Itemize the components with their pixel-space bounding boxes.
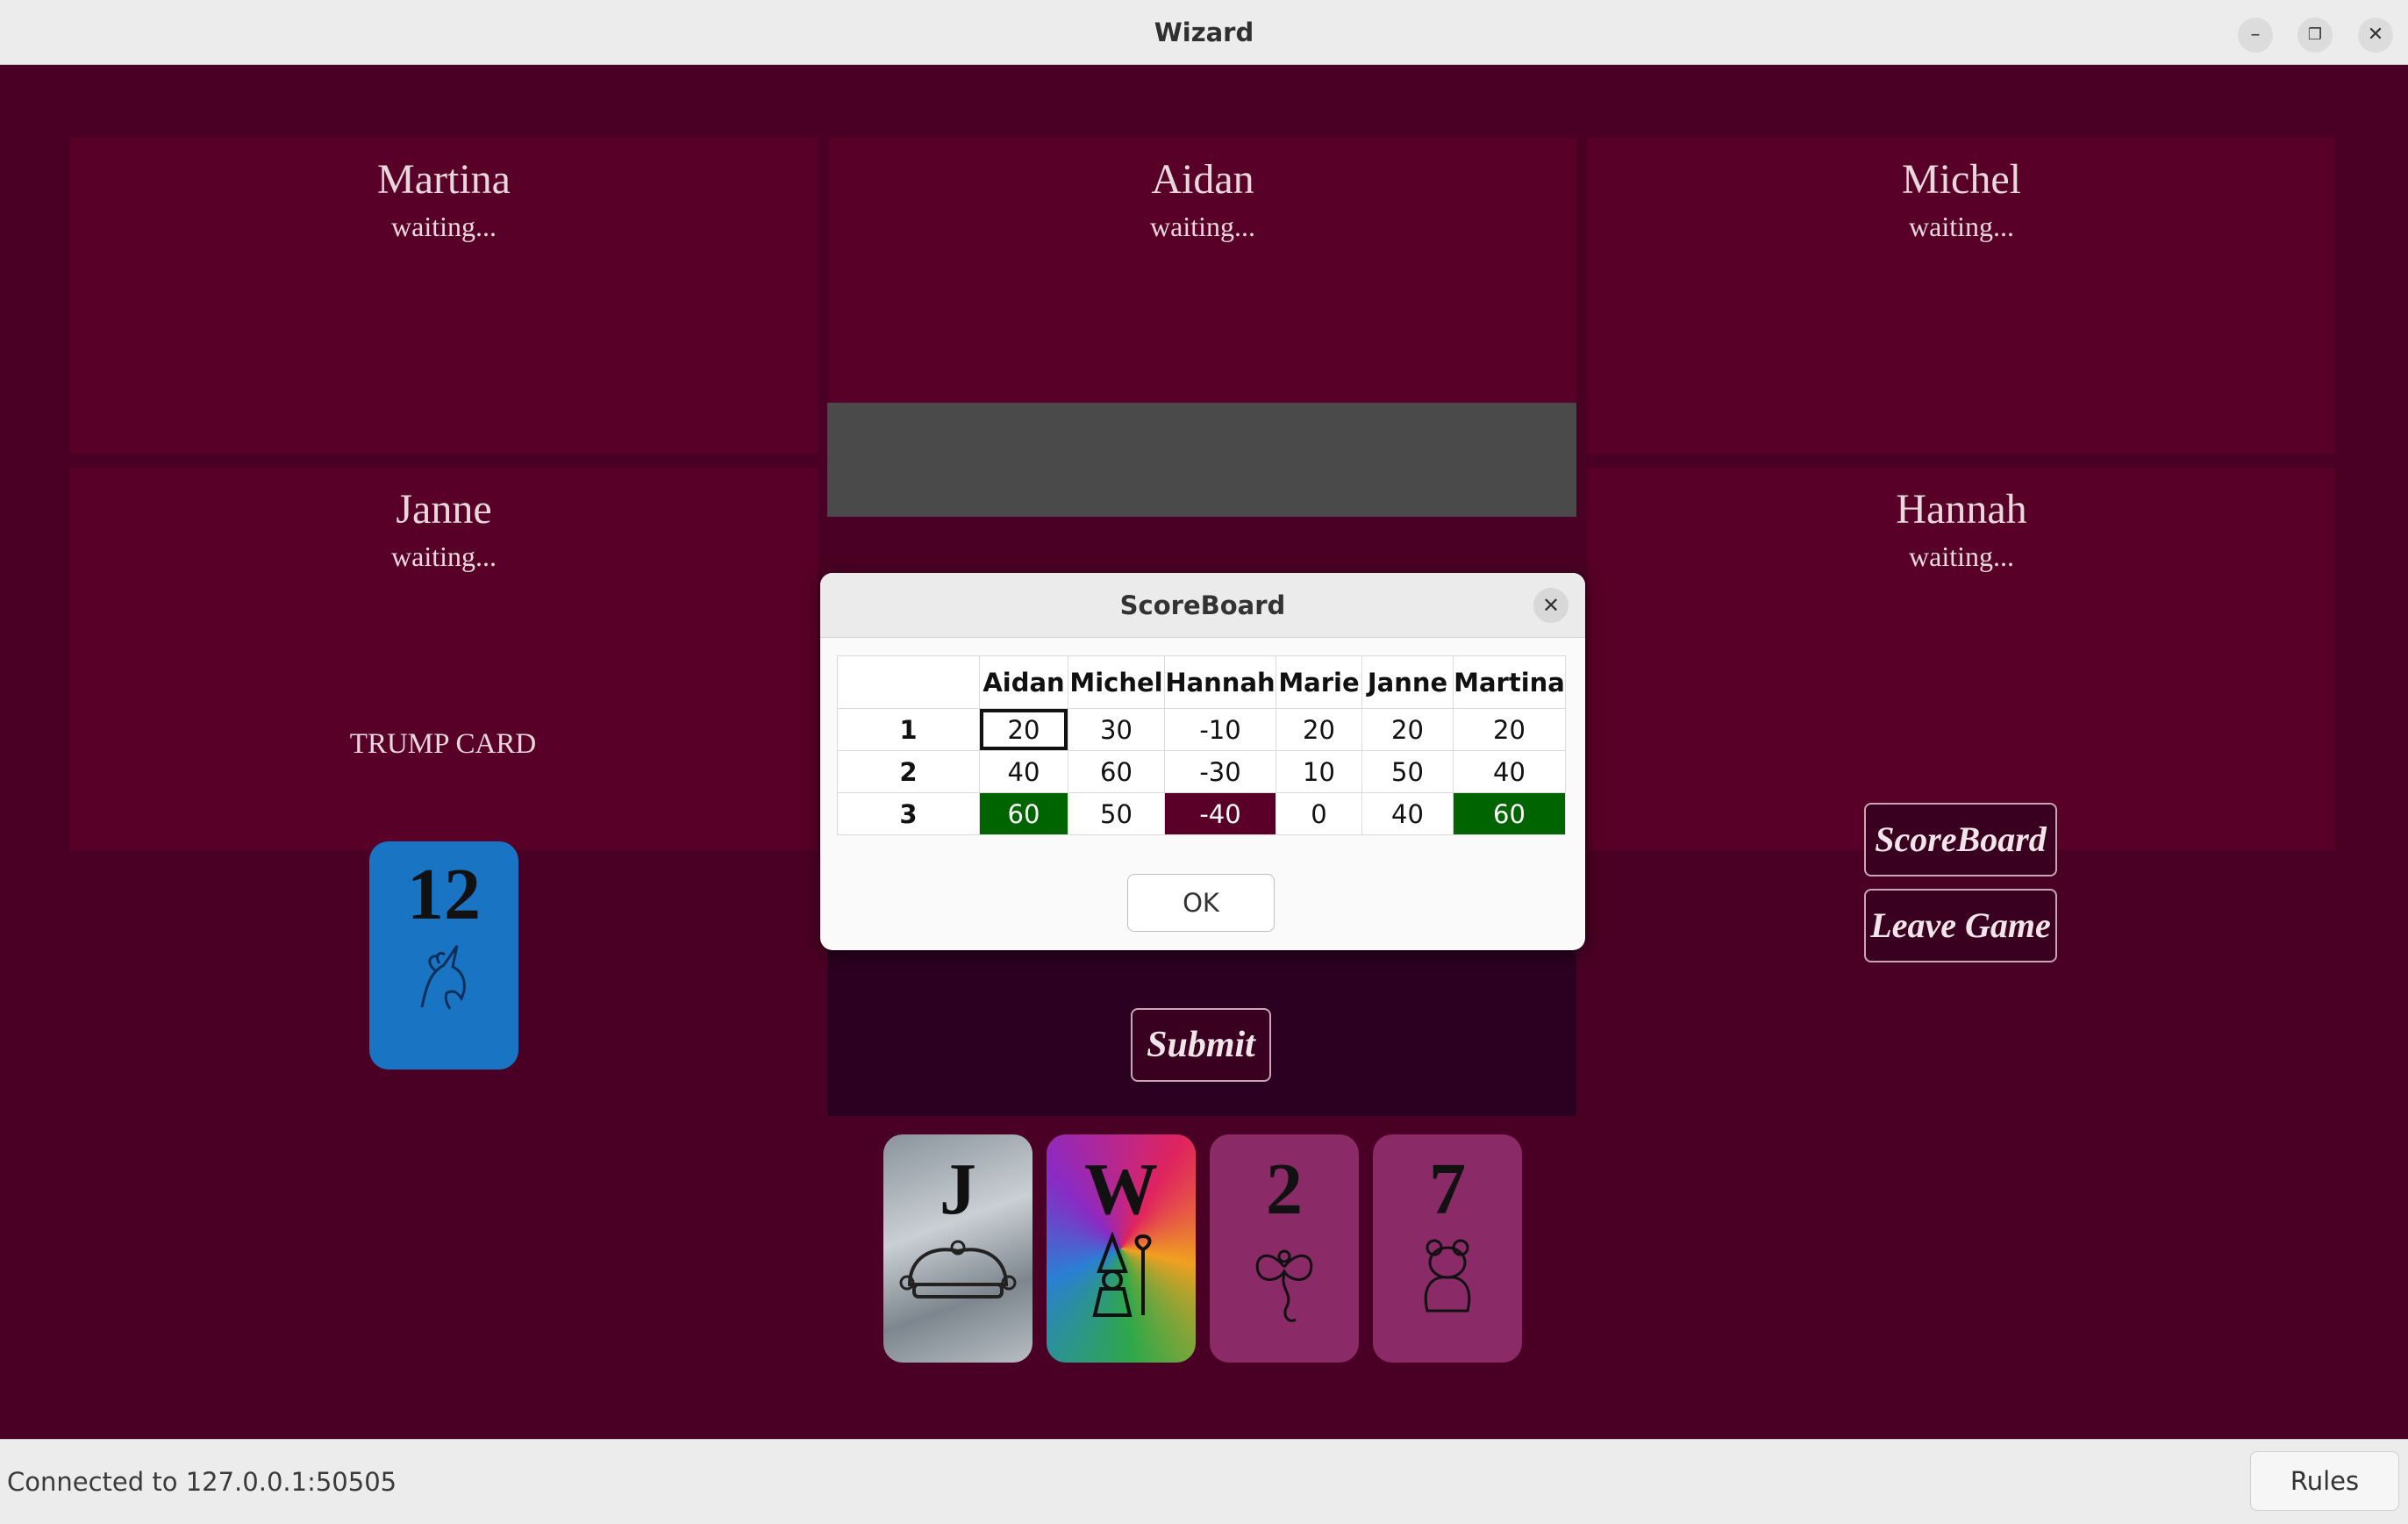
close-icon[interactable]: ✕ [1533,588,1568,623]
player-panel-martina: Martina waiting... [70,138,818,454]
card-value: W [1084,1148,1158,1230]
player-name: Martina [377,156,511,203]
window-title: Wizard [1154,18,1254,47]
close-window-button[interactable]: ✕ [2358,18,2393,53]
bid-panel [827,403,1576,517]
score-cell[interactable]: -30 [1164,750,1276,793]
player-name: Aidan [1151,156,1254,203]
card-value: J [940,1148,976,1230]
score-cell[interactable]: 40 [979,750,1068,793]
player-panel-hannah: Hannah waiting... [1588,468,2335,850]
table-row: 3 60 50 -40 0 40 60 [837,792,1566,835]
column-header: Hannah [1164,655,1276,709]
score-cell[interactable]: 20 [1275,708,1362,751]
card-value: 7 [1429,1148,1466,1230]
scoreboard-dialog: ScoreBoard ✕ Aidan Michel Hannah Marie J… [820,573,1585,950]
table-header-row: Aidan Michel Hannah Marie Janne Martina [837,655,1566,709]
submit-button[interactable]: Submit [1131,1008,1271,1082]
corner-cell [837,655,980,709]
score-cell-leader[interactable]: 60 [1453,792,1566,835]
minimize-button[interactable]: – [2238,18,2273,53]
maximize-button[interactable]: ❐ [2297,18,2333,53]
card-value: 12 [407,854,481,935]
row-header: 1 [837,708,980,751]
column-header: Janne [1361,655,1454,709]
score-cell[interactable]: 20 [979,708,1068,751]
dialog-header: ScoreBoard ✕ [820,573,1585,638]
unicorn-icon [420,945,466,1010]
status-bar: Connected to 127.0.0.1:50505 Rules [0,1439,2408,1524]
bear-icon [1424,1239,1471,1313]
column-header: Aidan [979,655,1068,709]
score-cell[interactable]: 50 [1068,792,1165,835]
scoreboard-button[interactable]: ScoreBoard [1864,803,2057,876]
row-header: 3 [837,792,980,835]
hand-card-wizard[interactable]: W [1047,1134,1196,1363]
player-status: waiting... [1150,211,1255,242]
score-cell[interactable]: -10 [1164,708,1276,751]
player-name: Janne [396,486,492,533]
trump-card-label: TRUMP CARD [349,728,537,760]
title-bar: Wizard – ❐ ✕ [0,0,2408,65]
score-cell[interactable]: 20 [1453,708,1566,751]
player-panel-janne: Janne waiting... [70,468,818,850]
hand-card-bear[interactable]: 7 [1373,1134,1522,1363]
table-row: 1 20 30 -10 20 20 20 [837,708,1566,751]
score-cell-leader[interactable]: 60 [979,792,1068,835]
fairy-icon [1255,1249,1313,1322]
column-header: Martina [1453,655,1566,709]
column-header: Marie [1275,655,1362,709]
score-cell[interactable]: 40 [1453,750,1566,793]
card-value: 2 [1266,1148,1303,1230]
player-status: waiting... [1909,540,2014,572]
row-header: 2 [837,750,980,793]
score-cell[interactable]: 30 [1068,708,1165,751]
hand-card-fairy[interactable]: 2 [1210,1134,1359,1363]
score-cell-last[interactable]: -40 [1164,792,1276,835]
score-cell[interactable]: 0 [1275,792,1362,835]
trump-card: 12 [369,841,518,1070]
player-status: waiting... [391,211,497,242]
score-cell[interactable]: 20 [1361,708,1454,751]
jester-hat-icon [899,1240,1017,1299]
ok-button[interactable]: OK [1127,874,1275,932]
rules-button[interactable]: Rules [2250,1451,2399,1511]
player-name: Hannah [1896,486,2027,533]
score-cell[interactable]: 40 [1361,792,1454,835]
wizard-icon [1092,1232,1152,1317]
player-status: waiting... [391,540,497,572]
connection-status: Connected to 127.0.0.1:50505 [7,1467,397,1497]
player-name: Michel [1902,156,2021,203]
player-panel-michel: Michel waiting... [1588,138,2335,454]
column-header: Michel [1068,655,1165,709]
score-cell[interactable]: 60 [1068,750,1165,793]
leave-game-button[interactable]: Leave Game [1864,889,2057,962]
score-cell[interactable]: 50 [1361,750,1454,793]
table-row: 2 40 60 -30 10 50 40 [837,750,1566,793]
score-cell[interactable]: 10 [1275,750,1362,793]
hand-card-jester[interactable]: J [883,1134,1033,1363]
dialog-title: ScoreBoard [1119,590,1286,620]
score-table: Aidan Michel Hannah Marie Janne Martina … [837,655,1566,835]
player-status: waiting... [1909,211,2014,242]
